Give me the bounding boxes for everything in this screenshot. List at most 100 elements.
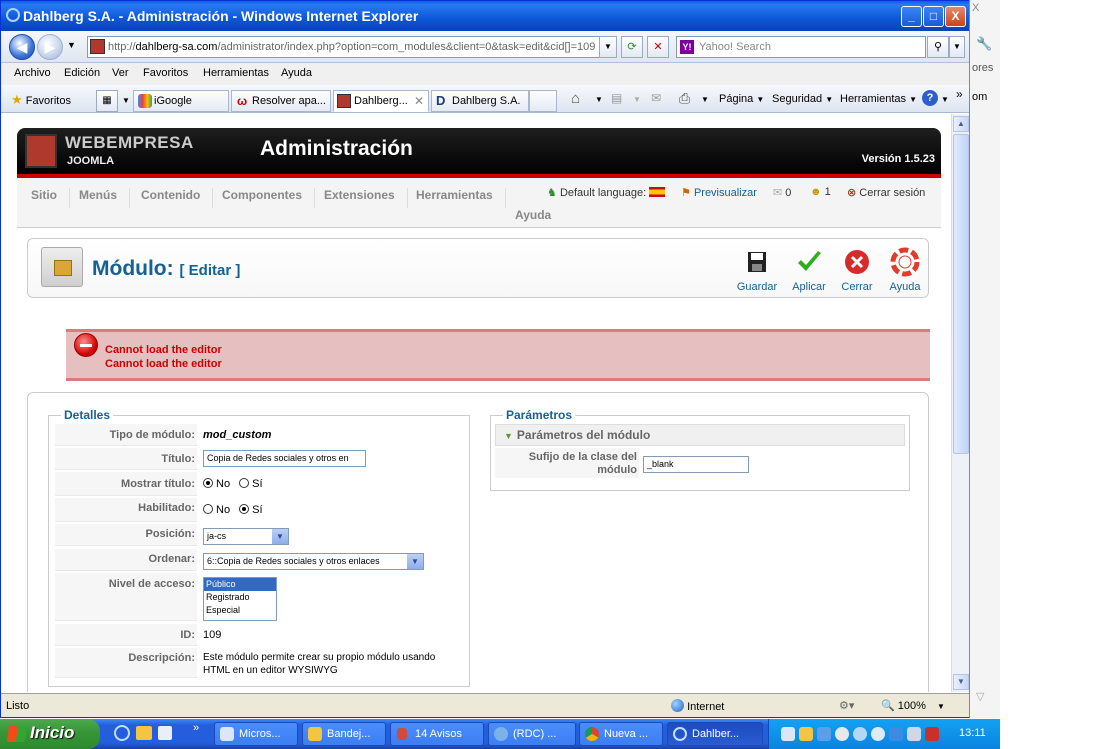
close-tab-icon[interactable]: ✕ <box>414 94 424 108</box>
help-dropdown-icon[interactable]: ▼ <box>941 95 949 104</box>
back-button[interactable]: ◀ <box>9 34 35 60</box>
tools-menu-button[interactable]: Herramientas ▼ <box>840 93 917 105</box>
mail-icon[interactable]: ✉ <box>651 91 661 105</box>
menu-sitio[interactable]: Sitio <box>19 188 70 208</box>
messages-link[interactable]: ✉ 0 <box>773 186 791 199</box>
tray-icon[interactable] <box>907 727 921 741</box>
quick-tabs-button[interactable]: ▦ <box>96 90 118 112</box>
tab-igoogle[interactable]: iGoogle <box>133 90 229 112</box>
menu-ayuda[interactable]: Ayuda <box>281 67 312 79</box>
new-tab-button[interactable] <box>529 90 557 112</box>
page-menu-button[interactable]: Página ▼ <box>719 93 764 105</box>
maximize-button[interactable]: □ <box>923 6 944 27</box>
task-dahlberg[interactable]: Dahlber... <box>667 722 763 746</box>
scroll-thumb[interactable] <box>953 134 969 454</box>
scroll-down-icon[interactable]: ▼ <box>953 674 969 690</box>
preview-link[interactable]: ⚑ Previsualizar <box>681 186 757 199</box>
title-input[interactable]: Copia de Redes sociales y otros en <box>203 450 366 467</box>
protected-mode-icon[interactable]: ⚙▾ <box>839 699 854 712</box>
show-title-yes-radio[interactable] <box>239 478 250 488</box>
chrome-icon <box>585 727 599 741</box>
menu-favoritos[interactable]: Favoritos <box>143 67 188 79</box>
zoom-control[interactable]: 🔍 100% ▼ <box>881 699 945 712</box>
tray-icon[interactable] <box>925 727 939 741</box>
feeds-icon[interactable]: ▤ <box>611 91 622 105</box>
tray-icon[interactable] <box>889 727 903 741</box>
users-link[interactable]: ☻ 1 <box>810 186 831 198</box>
tab-list-dropdown-icon[interactable]: ▼ <box>122 96 130 105</box>
task-microsoft[interactable]: Micros... <box>214 722 298 746</box>
search-options-button[interactable]: ▼ <box>949 36 965 58</box>
access-level-list[interactable]: Público Registrado Especial <box>203 577 277 621</box>
tray-icon[interactable] <box>853 727 867 741</box>
apply-button[interactable]: Aplicar <box>784 247 834 293</box>
toolbar-overflow-icon[interactable]: » <box>956 87 963 101</box>
task-rdc[interactable]: (RDC) ... <box>488 722 576 746</box>
quick-launch-app-icon[interactable] <box>158 726 172 740</box>
url-dropdown-button[interactable]: ▼ <box>599 36 617 58</box>
show-title-no-radio[interactable] <box>203 478 213 488</box>
favorites-button[interactable]: ★ Favoritos <box>11 92 71 108</box>
stop-button[interactable]: ✕ <box>647 36 669 58</box>
tray-icon[interactable] <box>781 727 795 741</box>
menu-extensiones[interactable]: Extensiones <box>312 188 408 208</box>
menu-menus[interactable]: Menús <box>67 188 131 208</box>
menu-contenido[interactable]: Contenido <box>129 188 214 208</box>
print-icon[interactable]: ⎙ <box>679 90 690 107</box>
bg-close-icon[interactable]: X <box>972 2 979 14</box>
print-dropdown-icon[interactable]: ▼ <box>701 95 709 104</box>
save-button[interactable]: Guardar <box>732 247 782 293</box>
history-dropdown-icon[interactable]: ▼ <box>67 40 76 50</box>
access-option-special[interactable]: Especial <box>204 604 276 617</box>
menu-ayuda[interactable]: Ayuda <box>503 208 563 228</box>
logout-link[interactable]: ⊗ Cerrar sesión <box>847 186 925 199</box>
access-option-public[interactable]: Público <box>204 578 276 591</box>
position-select[interactable]: ja-cs ▼ <box>203 528 289 545</box>
help-button[interactable]: Ayuda <box>880 247 930 293</box>
feeds-dropdown-icon[interactable]: ▼ <box>633 95 641 104</box>
parameters-section-header[interactable]: ▼ Parámetros del módulo <box>495 424 905 446</box>
task-bandeja[interactable]: Bandej... <box>302 722 386 746</box>
menu-herramientas[interactable]: Herramientas <box>203 67 269 79</box>
quick-launch-ie-icon[interactable] <box>114 725 130 741</box>
close-button[interactable]: Cerrar <box>832 247 882 293</box>
quick-launch-overflow-icon[interactable]: » <box>193 722 199 734</box>
search-input[interactable]: Y! Yahoo! Search <box>676 36 926 58</box>
menu-componentes[interactable]: Componentes <box>210 188 316 208</box>
enabled-yes-radio[interactable] <box>239 504 250 514</box>
enabled-label: Habilitado: <box>138 502 195 514</box>
vertical-scrollbar[interactable]: ▲ ▼ <box>951 114 969 692</box>
tray-icon[interactable] <box>799 727 813 741</box>
minimize-button[interactable]: _ <box>901 6 922 27</box>
status-bar: Listo Internet ⚙▾ 🔍 100% ▼ <box>1 693 969 717</box>
access-option-registered[interactable]: Registrado <box>204 591 276 604</box>
home-icon[interactable]: ⌂ <box>571 90 580 107</box>
security-menu-button[interactable]: Seguridad ▼ <box>772 93 833 105</box>
tab-dahlberg-site[interactable]: D Dahlberg S.A. <box>431 90 529 112</box>
start-button[interactable]: Inicio <box>0 719 100 749</box>
close-window-button[interactable]: X <box>945 6 966 27</box>
tab-resolver[interactable]: ω Resolver apa... <box>231 90 331 112</box>
url-input[interactable]: http://dahlberg-sa.com/administrator/ind… <box>87 36 617 58</box>
search-button[interactable]: ⚲ <box>927 36 949 58</box>
enabled-no-radio[interactable] <box>203 504 213 514</box>
menu-edicion[interactable]: Edición <box>64 67 100 79</box>
quick-launch-mail-icon[interactable] <box>136 726 152 740</box>
help-icon[interactable]: ? <box>922 90 938 106</box>
order-select[interactable]: 6::Copia de Redes sociales y otros enlac… <box>203 553 424 570</box>
suffix-input[interactable]: _blank <box>643 456 749 473</box>
task-nueva[interactable]: Nueva ... <box>579 722 663 746</box>
tray-icon[interactable] <box>871 727 885 741</box>
home-dropdown-icon[interactable]: ▼ <box>595 95 603 104</box>
tray-icon[interactable] <box>835 727 849 741</box>
menu-herramientas[interactable]: Herramientas <box>404 188 506 208</box>
scroll-up-icon[interactable]: ▲ <box>953 116 969 132</box>
tab-dahlberg-admin[interactable]: Dahlberg... ✕ <box>333 90 429 112</box>
menu-archivo[interactable]: Archivo <box>14 67 51 79</box>
tray-icon[interactable] <box>817 727 831 741</box>
forward-button[interactable]: ▶ <box>37 34 63 60</box>
task-avisos[interactable]: 14 Avisos <box>390 722 484 746</box>
tab-label: Dahlberg... <box>354 95 408 107</box>
menu-ver[interactable]: Ver <box>112 67 129 79</box>
refresh-button[interactable]: ⟳ <box>621 36 643 58</box>
